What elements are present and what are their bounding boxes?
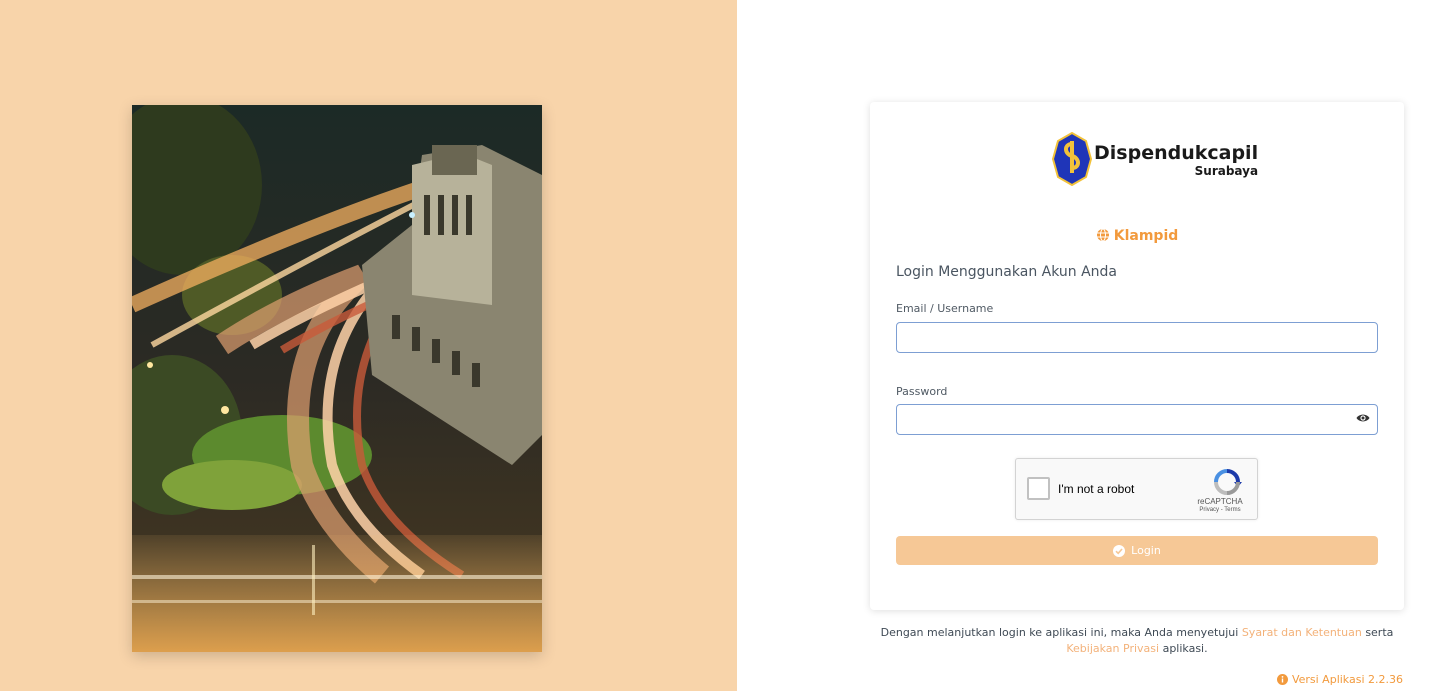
- recaptcha-separator: -: [1220, 507, 1223, 513]
- left-panel: [0, 0, 737, 691]
- login-button[interactable]: Login: [896, 536, 1378, 565]
- password-field[interactable]: [896, 404, 1378, 435]
- recaptcha-brand: reCAPTCHA: [1197, 497, 1243, 506]
- city-night-photo: [132, 105, 542, 652]
- logo-title: Dispendukcapil: [1094, 142, 1259, 164]
- globe-icon: [1096, 228, 1109, 242]
- info-circle-icon: [1276, 674, 1288, 685]
- login-button-label: Login: [1131, 544, 1161, 557]
- recaptcha-logo-icon: [1214, 469, 1242, 495]
- dispendukcapil-logo: Dispendukcapil Surabaya: [1051, 131, 1258, 187]
- eye-icon[interactable]: [1356, 413, 1370, 423]
- email-label: Email / Username: [896, 302, 994, 315]
- terms-middle: serta: [1365, 626, 1394, 639]
- recaptcha-checkbox[interactable]: [1027, 477, 1050, 500]
- password-label: Password: [896, 385, 948, 398]
- site-name: Klampid: [870, 228, 1404, 244]
- recaptcha-label: I'm not a robot: [1058, 482, 1135, 496]
- terms-suffix: aplikasi.: [1162, 642, 1208, 655]
- terms-prefix: Dengan melanjutkan login ke aplikasi ini…: [880, 626, 1239, 639]
- recaptcha-widget: I'm not a robot reCAPTCHA Privacy - Term…: [1015, 458, 1258, 520]
- recaptcha-links: Privacy - Terms: [1184, 507, 1256, 513]
- app-version: Versi Aplikasi 2.2.36: [1276, 673, 1403, 686]
- privacy-link[interactable]: Kebijakan Privasi: [1066, 642, 1159, 655]
- recaptcha-privacy-link[interactable]: Privacy: [1199, 507, 1219, 513]
- app-version-label: Versi Aplikasi 2.2.36: [1291, 673, 1403, 686]
- recaptcha-terms-link[interactable]: Terms: [1224, 507, 1240, 513]
- site-name-label: Klampid: [1113, 228, 1179, 244]
- email-field[interactable]: [896, 322, 1378, 353]
- terms-notice: Dengan melanjutkan login ke aplikasi ini…: [870, 625, 1404, 657]
- terms-link[interactable]: Syarat dan Ketentuan: [1242, 626, 1362, 639]
- logo-subtitle: Surabaya: [1194, 164, 1259, 178]
- check-circle-icon: [1113, 544, 1126, 557]
- login-heading: Login Menggunakan Akun Anda: [896, 264, 1118, 280]
- surabaya-emblem-icon: [1051, 131, 1093, 187]
- login-card: Dispendukcapil Surabaya Klampid Login Me…: [870, 102, 1404, 610]
